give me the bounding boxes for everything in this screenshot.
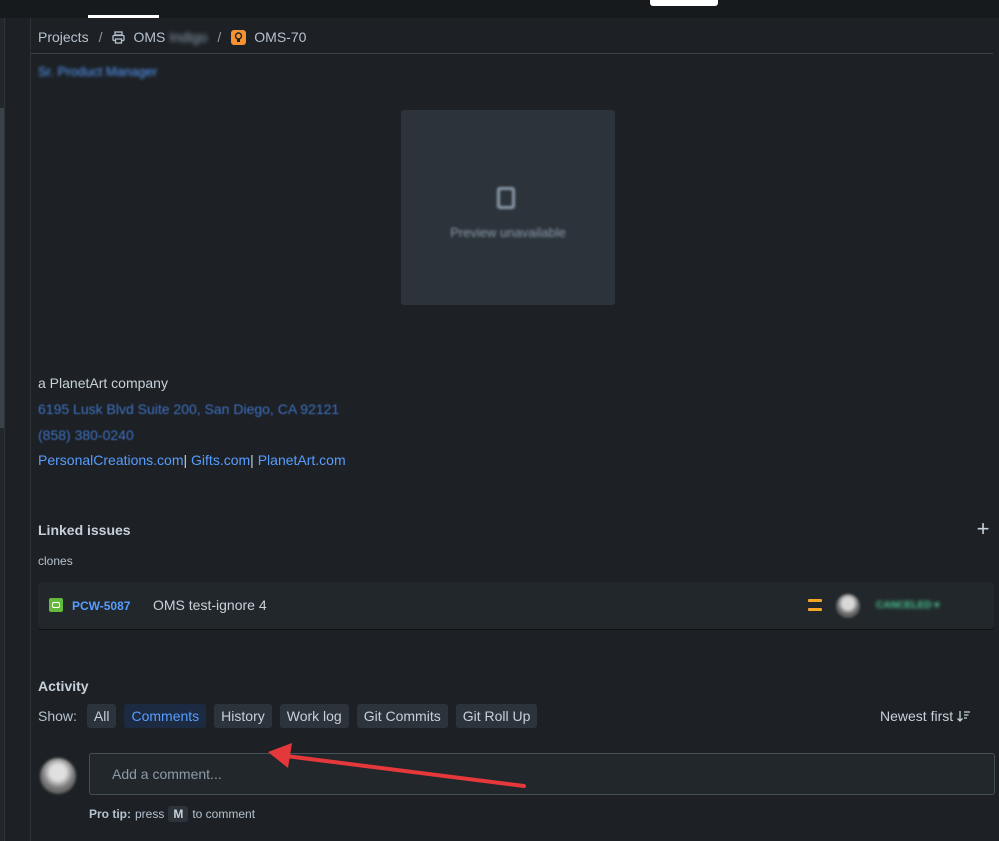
signature-links: PersonalCreations.com| Gifts.com| Planet… <box>38 452 346 468</box>
linked-issue-row[interactable]: PCW-5087 OMS test-ignore 4 CANCELED ▾ <box>38 582 994 629</box>
issue-key: OMS-70 <box>254 29 307 45</box>
project-printer-icon <box>112 30 126 44</box>
pro-tip-label: Pro tip: <box>89 807 131 821</box>
current-user-avatar <box>40 758 76 794</box>
blurred-signature-title[interactable]: Sr. Product Manager <box>38 64 157 79</box>
top-nav-button[interactable] <box>650 0 718 6</box>
activity-filter-bar: Show: All Comments History Work log Git … <box>38 703 538 728</box>
scrollbar-thumb[interactable] <box>0 108 4 428</box>
breadcrumb-divider <box>31 53 993 54</box>
link-separator: | <box>250 452 254 468</box>
attachment-preview[interactable]: Preview unavailable <box>401 110 615 305</box>
link-separator: | <box>183 452 188 468</box>
link-gifts[interactable]: Gifts.com <box>191 452 250 468</box>
signature-company: a PlanetArt company <box>38 375 168 391</box>
filter-git-commits[interactable]: Git Commits <box>356 703 448 728</box>
sort-label: Newest first <box>880 708 954 724</box>
panel-divider <box>30 18 31 841</box>
story-icon <box>49 598 63 612</box>
priority-medium-icon <box>808 599 822 611</box>
pro-tip-before: press <box>135 807 165 821</box>
breadcrumb-project[interactable]: OMS Indigo <box>112 29 207 45</box>
preview-unavailable-text: Preview unavailable <box>450 225 566 240</box>
left-scrollbar[interactable] <box>0 18 5 841</box>
signature-phone[interactable]: (858) 380-0240 <box>38 427 134 443</box>
active-nav-indicator <box>88 15 159 18</box>
assignee-avatar[interactable] <box>836 594 860 618</box>
link-planetart[interactable]: PlanetArt.com <box>258 452 346 468</box>
file-icon <box>497 187 515 209</box>
filter-all[interactable]: All <box>86 703 117 728</box>
add-linked-issue-icon[interactable]: + <box>975 518 991 540</box>
project-name-blurred: Indigo <box>169 29 208 45</box>
issue-type-icon <box>231 29 247 45</box>
filter-history[interactable]: History <box>214 703 272 728</box>
breadcrumb-separator: / <box>217 29 222 45</box>
breadcrumb: Projects / OMS Indigo / OMS-70 <box>38 27 306 47</box>
comment-input[interactable] <box>89 753 995 795</box>
link-relation-label: clones <box>38 554 73 568</box>
link-personalcreations[interactable]: PersonalCreations.com <box>38 452 184 468</box>
sort-descending-icon <box>957 711 971 722</box>
sort-order-button[interactable]: Newest first <box>880 708 971 724</box>
pro-tip: Pro tip: press M to comment <box>89 806 255 822</box>
breadcrumb-issue[interactable]: OMS-70 <box>231 29 306 45</box>
keyboard-shortcut-key: M <box>168 806 189 822</box>
linked-issues-title: Linked issues <box>38 522 131 538</box>
status-dropdown[interactable]: CANCELED ▾ <box>876 600 939 611</box>
signature-address[interactable]: 6195 Lusk Blvd Suite 200, San Diego, CA … <box>38 401 339 417</box>
filter-git-roll-up[interactable]: Git Roll Up <box>455 703 538 728</box>
breadcrumb-projects[interactable]: Projects <box>38 29 89 45</box>
breadcrumb-separator: / <box>98 29 103 45</box>
pro-tip-after: to comment <box>192 807 256 821</box>
linked-issue-key[interactable]: PCW-5087 <box>72 599 130 613</box>
filter-comments[interactable]: Comments <box>124 703 207 728</box>
filter-work-log[interactable]: Work log <box>279 703 349 728</box>
show-label: Show: <box>38 707 77 724</box>
top-navigation-bar <box>0 0 999 18</box>
activity-title: Activity <box>38 678 89 694</box>
linked-issue-summary[interactable]: OMS test-ignore 4 <box>153 597 267 613</box>
project-name: OMS Indigo <box>133 29 208 45</box>
